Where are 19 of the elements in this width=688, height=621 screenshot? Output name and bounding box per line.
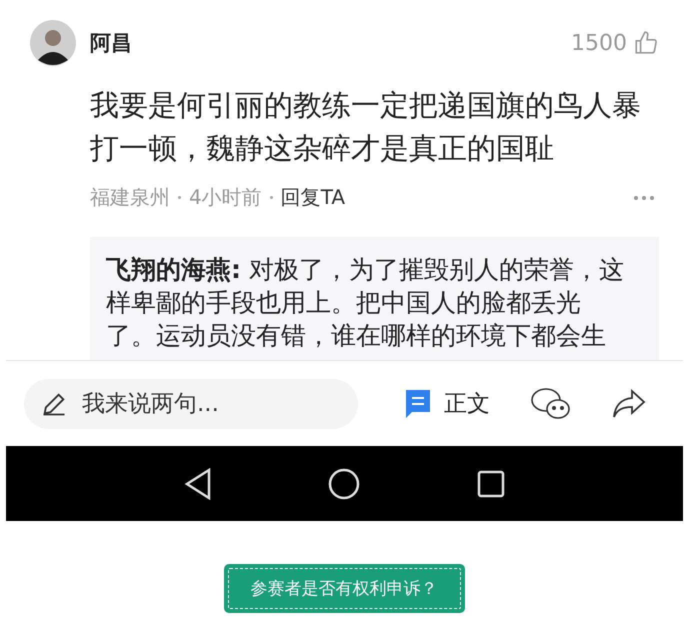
thumbs-up-icon[interactable] [633, 30, 659, 56]
more-icon[interactable] [633, 194, 655, 200]
share-icon[interactable] [612, 388, 646, 418]
timestamp: 4小时前 [189, 184, 262, 211]
location-text: 福建泉州 [90, 184, 170, 211]
recents-icon[interactable] [476, 470, 505, 498]
chat-icon[interactable] [530, 386, 572, 422]
note-icon [404, 388, 432, 420]
comment-text: 我要是何引丽的教练一定把递国旗的鸟人暴打一顿，魏静这杂碎才是真正的国耻 [89, 87, 642, 167]
reply-text: 飞翔的海燕: 对极了，为了摧毁别人的荣誉，这样卑鄙的手段也用上。把中国人的脸都丢光了。运动员没有错，谁在哪样的环境下都会生 [106, 254, 625, 352]
author-name: 阿昌 [90, 30, 133, 57]
input-placeholder: 我来说两句... [82, 390, 219, 419]
back-icon[interactable] [184, 468, 212, 500]
home-icon[interactable] [328, 468, 360, 500]
article-button[interactable]: 正文 [404, 388, 490, 420]
avatar [30, 20, 76, 66]
like-count: 1500 [571, 30, 627, 56]
reply-link[interactable]: 回复TA [280, 184, 346, 211]
comment-input[interactable]: 我来说两句... [24, 378, 358, 428]
